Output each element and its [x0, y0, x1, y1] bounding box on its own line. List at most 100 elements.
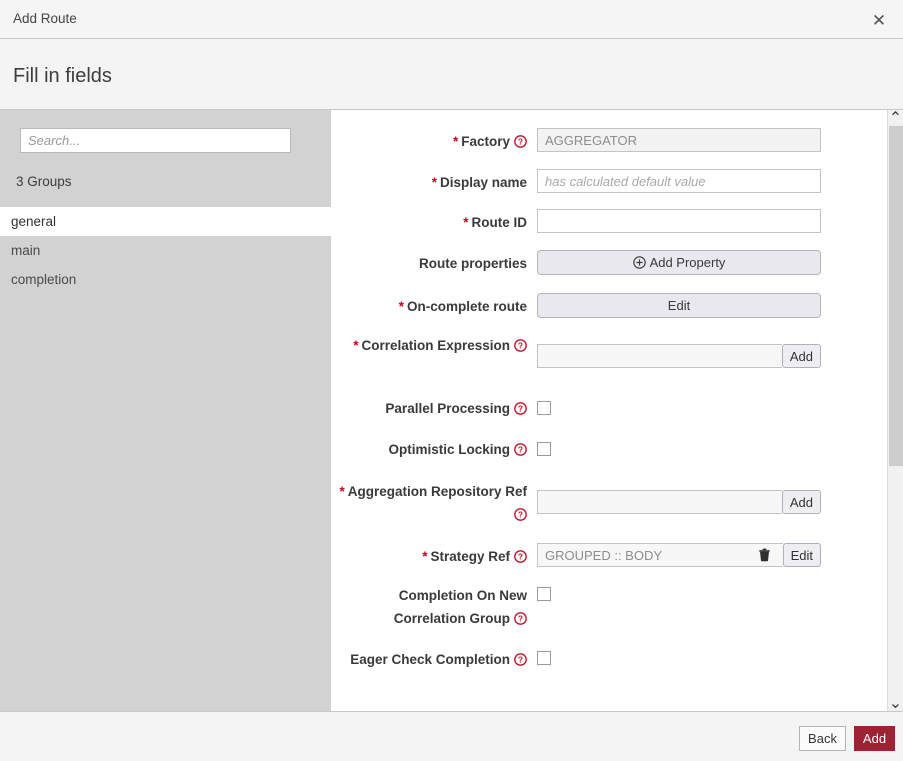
add-route-wizard: Add Route ✕ Fill in fields 3 Groups gene…	[0, 0, 903, 761]
strategy-ref-value: GROUPED :: BODY	[545, 548, 662, 563]
parallel-processing-checkbox[interactable]	[537, 401, 551, 415]
step-header: Fill in fields	[0, 39, 903, 110]
correlation-expression-group: Add	[537, 344, 821, 368]
field-control-aggregation-repository-ref: Add	[537, 490, 821, 514]
strategy-ref-group: GROUPED :: BODY Edit	[537, 543, 821, 567]
button-label: Edit	[791, 548, 813, 563]
svg-text:?: ?	[518, 404, 523, 413]
aggregation-repository-ref-group: Add	[537, 490, 821, 514]
required-marker: *	[339, 484, 344, 499]
help-icon[interactable]: ?	[514, 402, 527, 415]
sidebar-item-label: main	[11, 243, 40, 258]
field-control-factory	[537, 128, 821, 152]
field-label-correlation-expression: *Correlation Expression?	[331, 334, 527, 357]
trash-icon[interactable]	[757, 547, 772, 563]
on-complete-route-edit-button[interactable]: Edit	[537, 293, 821, 318]
field-label-factory: *Factory?	[331, 131, 527, 152]
field-label-display-name: *Display name	[331, 172, 527, 193]
form-scrollbar[interactable]: ⌃ ⌄	[887, 110, 903, 711]
close-icon[interactable]: ✕	[867, 8, 891, 32]
field-control-parallel-processing	[537, 401, 551, 415]
label-text: Strategy Ref	[430, 549, 510, 564]
groups-sidebar: 3 Groups general main completion	[0, 110, 331, 711]
required-marker: *	[353, 338, 358, 353]
button-label: Add	[790, 495, 813, 510]
circle-plus-icon	[633, 256, 646, 269]
field-control-eager-check-completion	[537, 651, 551, 665]
help-icon[interactable]: ?	[514, 135, 527, 148]
help-icon[interactable]: ?	[514, 443, 527, 456]
dialog-title: Add Route	[13, 11, 77, 26]
help-icon[interactable]: ?	[514, 653, 527, 666]
factory-input	[537, 128, 821, 152]
field-label-aggregation-repository-ref: * Aggregation Repository Ref?	[331, 480, 527, 526]
sidebar-item-completion[interactable]: completion	[0, 265, 331, 294]
aggregation-repository-ref-input[interactable]	[545, 491, 775, 513]
help-icon[interactable]: ?	[514, 339, 527, 352]
correlation-expression-input-wrap	[537, 344, 782, 368]
field-control-optimistic-locking	[537, 442, 551, 456]
display-name-input[interactable]	[537, 169, 821, 193]
optimistic-locking-checkbox[interactable]	[537, 442, 551, 456]
sidebar-item-general[interactable]: general	[0, 207, 331, 236]
dialog-footer: Back Add	[0, 711, 903, 761]
field-label-strategy-ref: *Strategy Ref?	[331, 546, 527, 567]
search-input[interactable]	[20, 128, 291, 153]
aggregation-repository-ref-input-wrap	[537, 490, 782, 514]
svg-text:?: ?	[518, 655, 523, 664]
sidebar-item-main[interactable]: main	[0, 236, 331, 265]
add-button[interactable]: Add	[854, 726, 895, 751]
help-icon[interactable]: ?	[514, 550, 527, 563]
required-marker: *	[399, 299, 404, 314]
sidebar-item-label: general	[11, 214, 56, 229]
label-text: Parallel Processing	[385, 401, 510, 416]
required-marker: *	[432, 175, 437, 190]
field-label-route-id: * Route ID	[331, 212, 527, 233]
required-marker: *	[463, 215, 468, 230]
field-control-completion-on-new-correlation-group	[537, 587, 551, 601]
add-property-button[interactable]: Add Property	[537, 250, 821, 275]
route-id-input[interactable]	[537, 209, 821, 233]
required-marker: *	[422, 549, 427, 564]
field-label-parallel-processing: Parallel Processing?	[331, 398, 527, 419]
field-control-display-name	[537, 169, 821, 193]
sidebar-item-label: completion	[11, 272, 76, 287]
help-icon[interactable]: ?	[514, 508, 527, 521]
field-label-on-complete-route: *On-complete route	[331, 296, 527, 317]
dialog-titlebar: Add Route ✕	[0, 0, 903, 39]
field-control-correlation-expression: Add	[537, 344, 821, 368]
label-text: Display name	[440, 175, 527, 190]
field-label-eager-check-completion: Eager Check Completion?	[331, 648, 527, 671]
correlation-expression-input[interactable]	[545, 345, 775, 367]
label-text: Route properties	[419, 256, 527, 271]
eager-check-completion-checkbox[interactable]	[537, 651, 551, 665]
scroll-up-icon[interactable]: ⌃	[888, 110, 903, 126]
back-button[interactable]: Back	[799, 726, 846, 751]
label-text: Correlation Expression	[361, 338, 510, 353]
strategy-ref-edit-button[interactable]: Edit	[783, 543, 821, 567]
svg-text:?: ?	[518, 137, 523, 146]
label-text: Route ID	[472, 215, 528, 230]
button-label: Add	[790, 349, 813, 364]
scrollbar-thumb[interactable]	[889, 126, 903, 466]
svg-text:?: ?	[518, 552, 523, 561]
field-control-route-properties: Add Property	[537, 250, 821, 275]
required-marker: *	[453, 134, 458, 149]
field-label-optimistic-locking: Optimistic Locking?	[331, 439, 527, 460]
completion-on-new-correlation-group-checkbox[interactable]	[537, 587, 551, 601]
help-icon[interactable]: ?	[514, 612, 527, 625]
field-label-route-properties: Route properties	[331, 253, 527, 274]
field-label-completion-on-new-correlation-group: Completion On New Correlation Group?	[331, 584, 527, 630]
search-box	[20, 128, 291, 153]
scroll-down-icon[interactable]: ⌄	[888, 695, 903, 711]
label-text: Aggregation Repository Ref	[348, 484, 527, 499]
label-text: Optimistic Locking	[388, 442, 510, 457]
label-text: Eager Check Completion	[350, 652, 510, 667]
aggregation-repository-ref-add-button[interactable]: Add	[782, 490, 821, 514]
correlation-expression-add-button[interactable]: Add	[782, 344, 821, 368]
svg-text:?: ?	[518, 445, 523, 454]
svg-text:?: ?	[518, 341, 523, 350]
strategy-ref-input-wrap: GROUPED :: BODY	[537, 543, 783, 567]
add-property-label: Add Property	[650, 255, 726, 270]
field-control-route-id	[537, 209, 821, 233]
